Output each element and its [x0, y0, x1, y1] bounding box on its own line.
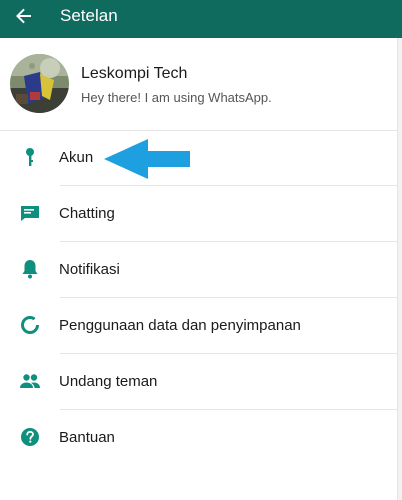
menu-item-notifikasi[interactable]: Notifikasi: [0, 242, 398, 298]
menu-item-label: Chatting: [59, 205, 115, 222]
bell-icon: [18, 257, 42, 281]
arrow-back-icon: [16, 8, 31, 24]
profile-status: Hey there! I am using WhatsApp.: [81, 90, 272, 105]
back-button[interactable]: [10, 4, 38, 28]
profile-name: Leskompi Tech: [81, 65, 188, 82]
menu-item-label: Bantuan: [59, 429, 115, 446]
menu-item-label: Undang teman: [59, 373, 158, 390]
data-usage-icon: [18, 313, 42, 337]
toolbar: Setelan: [0, 0, 402, 38]
avatar-image: [10, 54, 69, 113]
menu-item-akun[interactable]: Akun: [0, 130, 398, 186]
menu-item-penggunaan-data[interactable]: Penggunaan data dan penyimpanan: [0, 298, 398, 354]
menu-item-label: Notifikasi: [59, 261, 120, 278]
settings-screen: Setelan Leskompi Tech Hey there! I am us…: [0, 0, 402, 500]
chat-icon: [18, 201, 42, 225]
help-icon: [18, 425, 42, 449]
menu-item-bantuan[interactable]: Bantuan: [0, 410, 398, 466]
menu-item-label: Penggunaan data dan penyimpanan: [59, 317, 301, 334]
page-title: Setelan: [60, 6, 118, 25]
people-icon: [18, 369, 42, 393]
menu-item-label: Akun: [59, 149, 94, 166]
annotation-arrow-icon: [104, 139, 190, 179]
key-icon: [18, 145, 42, 169]
menu-item-chatting[interactable]: Chatting: [0, 186, 398, 242]
profile-row[interactable]: Leskompi Tech Hey there! I am using What…: [0, 38, 398, 131]
menu-item-undang-teman[interactable]: Undang teman: [0, 354, 398, 410]
avatar: [10, 54, 69, 113]
